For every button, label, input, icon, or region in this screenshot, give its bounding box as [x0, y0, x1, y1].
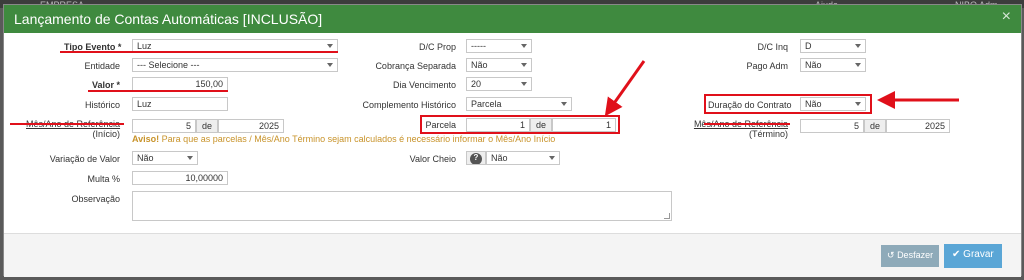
- undo-icon: ↺: [887, 250, 895, 260]
- save-button[interactable]: ✔ Gravar: [944, 244, 1002, 268]
- modal-footer: ↺ Desfazer ✔ Gravar: [4, 233, 1021, 277]
- undo-button-label: Desfazer: [897, 250, 934, 260]
- account-entry-modal: Lançamento de Contas Automáticas [INCLUS…: [3, 4, 1022, 277]
- check-icon: ✔: [952, 249, 961, 260]
- undo-button[interactable]: ↺ Desfazer: [881, 245, 940, 267]
- annotation-arrow-parcela: [604, 60, 646, 117]
- save-button-label: Gravar: [963, 249, 994, 260]
